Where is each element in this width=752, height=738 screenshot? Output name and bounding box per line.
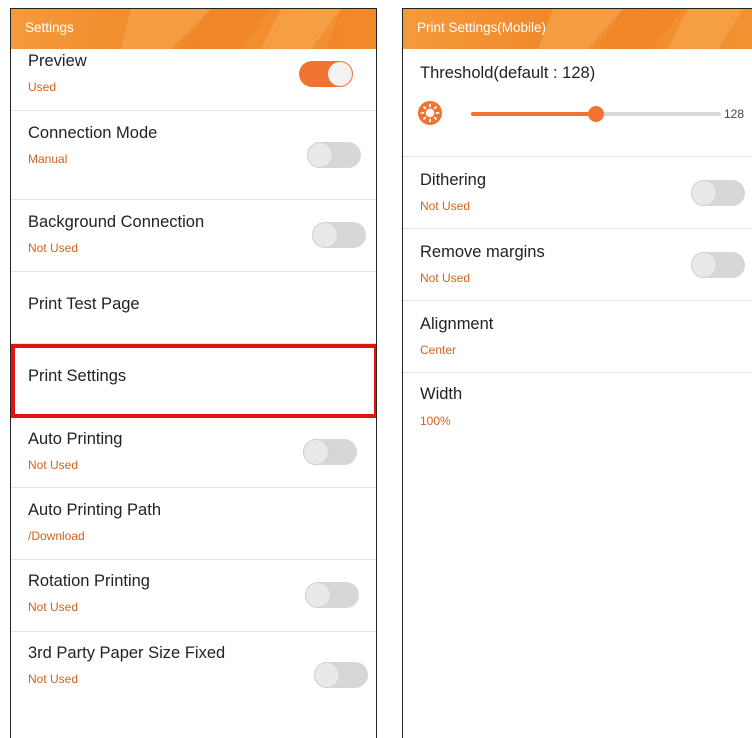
auto-printing-toggle[interactable] (303, 439, 357, 465)
rotation-printing-row[interactable]: Rotation Printing Not Used (11, 560, 376, 632)
threshold-slider-fill (471, 112, 596, 116)
connection-mode-toggle[interactable] (307, 142, 361, 168)
brightness-icon (418, 101, 442, 125)
dithering-toggle[interactable] (691, 180, 745, 206)
preview-status: Used (28, 80, 57, 94)
dithering-row[interactable]: Dithering Not Used (403, 157, 752, 229)
width-label: Width (420, 385, 463, 403)
third-party-paper-size-status: Not Used (28, 672, 79, 686)
toggle-knob (304, 440, 328, 464)
auto-printing-path-row[interactable]: Auto Printing Path /Download (11, 488, 376, 560)
settings-panel: Settings Preview Used Connection Mode Ma… (10, 8, 377, 738)
remove-margins-label: Remove margins (420, 243, 545, 261)
background-connection-row[interactable]: Background Connection Not Used (11, 200, 376, 272)
auto-printing-path-label: Auto Printing Path (28, 501, 161, 519)
preview-toggle[interactable] (299, 61, 353, 87)
print-test-page-row[interactable]: Print Test Page (11, 272, 376, 344)
connection-mode-label: Connection Mode (28, 124, 158, 142)
width-value: 100% (420, 414, 451, 428)
toggle-knob (692, 181, 716, 205)
toggle-knob (328, 62, 352, 86)
background-connection-toggle[interactable] (312, 222, 366, 248)
rotation-printing-status: Not Used (28, 600, 79, 614)
page-title: Print Settings(Mobile) (417, 20, 547, 35)
remove-margins-status: Not Used (420, 271, 471, 285)
background-connection-status: Not Used (28, 241, 79, 255)
third-party-paper-size-row[interactable]: 3rd Party Paper Size Fixed Not Used (11, 632, 376, 704)
toggle-knob (308, 143, 332, 167)
threshold-value: 128 (724, 107, 745, 121)
toggle-knob (313, 223, 337, 247)
alignment-label: Alignment (420, 315, 494, 333)
page-title: Settings (25, 20, 74, 35)
dithering-label: Dithering (420, 171, 487, 189)
auto-printing-status: Not Used (28, 458, 79, 472)
connection-mode-row[interactable]: Connection Mode Manual (11, 111, 376, 200)
remove-margins-toggle[interactable] (691, 252, 745, 278)
connection-mode-status: Manual (28, 152, 68, 166)
print-settings-panel: Print Settings(Mobile) Threshold(default… (402, 8, 752, 738)
preview-row[interactable]: Preview Used (11, 49, 376, 111)
alignment-value: Center (420, 343, 457, 357)
settings-header: Settings (11, 9, 376, 49)
auto-printing-label: Auto Printing (28, 430, 123, 448)
rotation-printing-label: Rotation Printing (28, 572, 150, 590)
toggle-knob (315, 663, 339, 687)
threshold-label: Threshold(default : 128) (420, 64, 596, 82)
rotation-printing-toggle[interactable] (305, 582, 359, 608)
print-test-page-label: Print Test Page (28, 295, 140, 313)
width-row[interactable]: Width 100% (403, 373, 752, 443)
alignment-row[interactable]: Alignment Center (403, 301, 752, 373)
third-party-paper-size-label: 3rd Party Paper Size Fixed (28, 644, 226, 662)
background-connection-label: Background Connection (28, 213, 205, 231)
auto-printing-row[interactable]: Auto Printing Not Used (11, 418, 376, 488)
print-settings-row[interactable]: Print Settings (11, 344, 376, 418)
print-settings-label: Print Settings (28, 367, 127, 385)
remove-margins-row[interactable]: Remove margins Not Used (403, 229, 752, 301)
toggle-knob (306, 583, 330, 607)
threshold-row: Threshold(default : 128) 128 (403, 49, 752, 157)
print-settings-header: Print Settings(Mobile) (403, 9, 752, 49)
toggle-knob (692, 253, 716, 277)
auto-printing-path-value: /Download (28, 529, 85, 543)
threshold-slider-thumb[interactable] (588, 106, 604, 122)
third-party-paper-size-toggle[interactable] (314, 662, 368, 688)
dithering-status: Not Used (420, 199, 471, 213)
preview-label: Preview (28, 52, 87, 70)
